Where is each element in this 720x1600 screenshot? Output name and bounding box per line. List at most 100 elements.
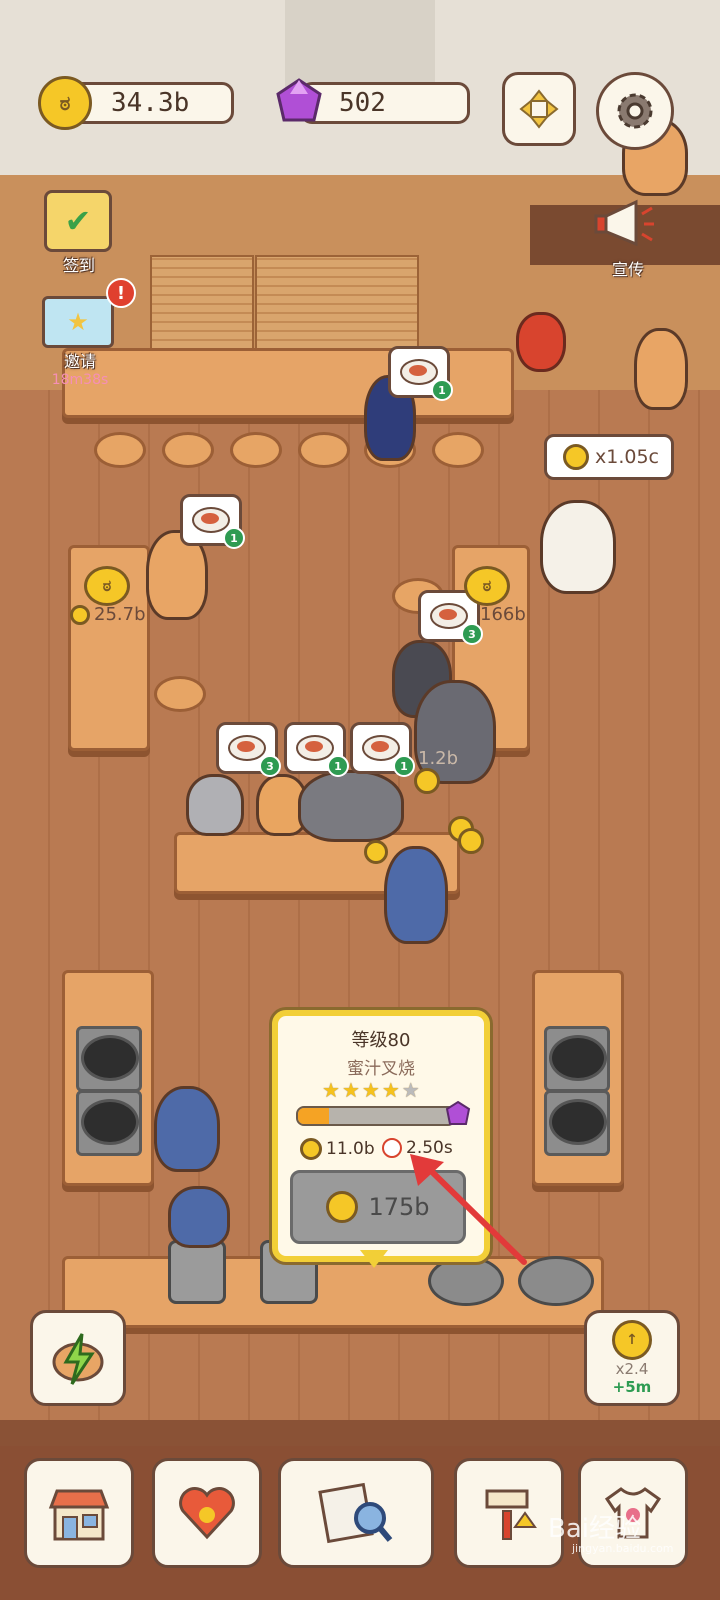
- lightning-icon: [52, 1333, 104, 1385]
- stool: [432, 432, 484, 468]
- shutter-left: [150, 255, 254, 359]
- order-count: 1: [393, 755, 415, 777]
- stool: [154, 676, 206, 712]
- coin-icon: [70, 604, 90, 625]
- dish-icon: [362, 735, 400, 761]
- right-table-income: 166b: [480, 604, 526, 625]
- multiplier-bubble[interactable]: x1.05c: [544, 434, 674, 480]
- star-rating: ★ ★ ★ ★ ★: [322, 1078, 420, 1102]
- income-value: 11.0b: [326, 1139, 375, 1159]
- star-filled-icon: ★: [381, 1078, 400, 1102]
- star-empty-icon: ★: [401, 1078, 420, 1102]
- cat-special-guest[interactable]: [540, 500, 616, 594]
- star-filled-icon: ★: [341, 1078, 360, 1102]
- dish-icon: [430, 603, 468, 629]
- income-boost-button[interactable]: ↑ x2.4 +5m: [584, 1310, 680, 1406]
- ad-bonus: +5m: [612, 1378, 652, 1396]
- expand-button[interactable]: [502, 72, 576, 146]
- collect-coin-icon[interactable]: ಠ: [84, 566, 130, 606]
- pot: [168, 1240, 226, 1304]
- dish-icon: [192, 507, 230, 533]
- megaphone-icon: [594, 199, 654, 247]
- boost-multiplier: x2.4: [615, 1360, 649, 1378]
- cat-waiter[interactable]: [384, 846, 448, 944]
- promote-label: 宣传: [611, 260, 644, 279]
- dish-icon: [228, 735, 266, 761]
- coin-icon: [563, 444, 589, 470]
- daruma-doll[interactable]: [516, 312, 566, 372]
- annotation-arrow: [410, 1154, 527, 1265]
- nav-news[interactable]: [278, 1458, 434, 1568]
- floor-edge: [0, 1420, 720, 1446]
- order-bubble: 1: [284, 722, 349, 777]
- gem-icon: [445, 1100, 471, 1125]
- stove: [544, 1090, 610, 1156]
- coin-icon: [300, 1138, 322, 1160]
- cat-customer[interactable]: [186, 774, 244, 836]
- income-value: 1.2b: [418, 748, 459, 769]
- income-value: 25.7b: [94, 604, 146, 625]
- invite-label: 邀请: [63, 352, 96, 371]
- invite-timer: 18m38s: [51, 372, 109, 388]
- income-value: 166b: [480, 604, 526, 625]
- dish-level: 等级80: [351, 1030, 411, 1051]
- coin-counter: 34.3b: [70, 82, 234, 124]
- order-count: 1: [223, 527, 245, 549]
- stool: [230, 432, 282, 468]
- coin-icon: [326, 1191, 359, 1223]
- stool: [298, 432, 350, 468]
- left-table-income: 25.7b: [70, 604, 146, 625]
- gem-icon[interactable]: [272, 76, 326, 130]
- order-count: 3: [259, 755, 281, 777]
- order-bubble: 1: [350, 722, 415, 777]
- dish-income: 11.0b: [300, 1138, 375, 1160]
- progress-fill: [298, 1108, 330, 1124]
- star-filled-icon: ★: [322, 1078, 340, 1102]
- calendar-check-icon: ✔: [44, 190, 112, 252]
- cat-customer-large[interactable]: [298, 770, 404, 842]
- speed-boost-button[interactable]: [30, 1310, 126, 1406]
- cat-chef[interactable]: [154, 1086, 220, 1172]
- invite-button[interactable]: ★ 邀请 18m38s: [42, 296, 118, 388]
- stool: [162, 432, 214, 468]
- promote-button[interactable]: 宣传: [592, 196, 664, 279]
- cat-fisher[interactable]: [634, 328, 688, 410]
- checkin-label: 签到: [62, 256, 95, 275]
- coin-arrow-up-icon: ↑: [612, 1320, 652, 1360]
- upgrade-progress-bar: [296, 1106, 456, 1126]
- alert-badge: !: [106, 278, 136, 308]
- dish-name: 蜜汁叉烧: [347, 1059, 415, 1079]
- nav-pets[interactable]: [152, 1458, 262, 1568]
- flying-coin-icon: [414, 768, 440, 794]
- order-bubble: 1: [180, 494, 245, 549]
- gear-icon: [617, 93, 653, 129]
- nav-shop[interactable]: [24, 1458, 134, 1568]
- shop-icon: [48, 1489, 110, 1541]
- watermark-brand: Bai经验: [548, 1514, 641, 1544]
- dish-icon: [296, 735, 334, 761]
- order-bubble: 1: [388, 346, 453, 401]
- stove: [76, 1090, 142, 1156]
- order-count: 1: [327, 755, 349, 777]
- stove: [544, 1026, 610, 1092]
- star-filled-icon: ★: [361, 1078, 380, 1102]
- dish-icon: [400, 359, 438, 385]
- collect-coin-icon[interactable]: ಠ: [464, 566, 510, 606]
- flying-coin-icon: [364, 840, 388, 864]
- paint-roller-icon: [485, 1489, 537, 1540]
- checkin-button[interactable]: ✔ 签到: [44, 190, 114, 275]
- popup-pointer: [360, 1250, 388, 1268]
- settings-button[interactable]: [596, 72, 674, 150]
- center-table-income: 1.2b: [418, 748, 458, 769]
- order-count: 3: [461, 623, 483, 645]
- order-bubble: 3: [216, 722, 281, 777]
- shutter-right: [255, 255, 419, 359]
- multiplier-value: x1.05c: [595, 446, 659, 468]
- stool: [94, 432, 146, 468]
- newspaper-search-icon: [318, 1482, 393, 1544]
- watermark-url: jingyan.baidu.com: [572, 1542, 674, 1555]
- stove: [76, 1026, 142, 1092]
- heart-paw-icon: [179, 1487, 235, 1540]
- cat-chef[interactable]: [168, 1186, 230, 1248]
- coin-icon: ಠ: [38, 76, 92, 130]
